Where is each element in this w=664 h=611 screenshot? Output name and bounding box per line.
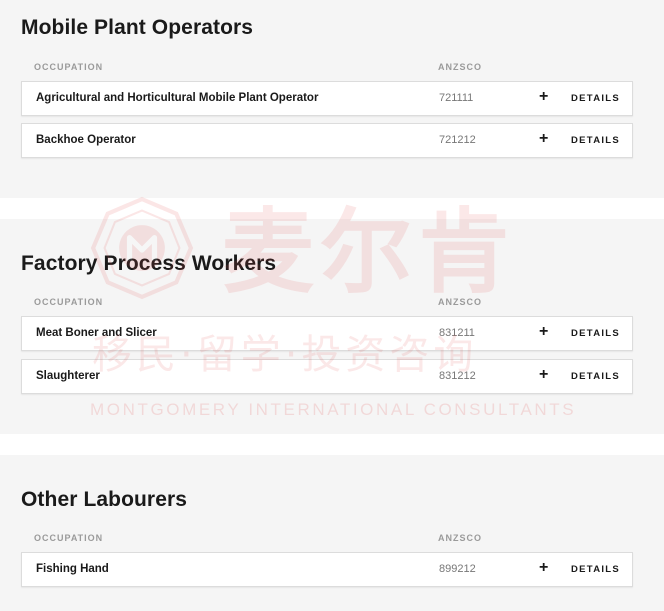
anzsco-code: 721212 — [439, 134, 476, 146]
occupation-name: Backhoe Operator — [36, 134, 136, 146]
anzsco-code: 721111 — [439, 92, 474, 104]
column-header-occupation: OCCUPATION — [34, 62, 104, 72]
occupation-name: Agricultural and Horticultural Mobile Pl… — [36, 92, 319, 104]
section-title: Other Labourers — [21, 488, 188, 511]
column-header-anzsco: ANZSCO — [438, 62, 482, 72]
occupation-name: Slaughterer — [36, 370, 100, 382]
anzsco-code: 831212 — [439, 370, 476, 382]
column-header-occupation: OCCUPATION — [34, 297, 104, 307]
section-mobile-plant-operators: Mobile Plant Operators OCCUPATION ANZSCO… — [0, 0, 664, 198]
table-row[interactable]: Meat Boner and Slicer 831211 + DETAILS — [21, 316, 633, 351]
anzsco-code: 831211 — [439, 327, 475, 339]
table-row[interactable]: Slaughterer 831212 + DETAILS — [21, 359, 633, 394]
column-header-anzsco: ANZSCO — [438, 533, 482, 543]
section-title: Mobile Plant Operators — [21, 16, 254, 39]
column-header-anzsco: ANZSCO — [438, 297, 482, 307]
details-button[interactable]: DETAILS — [571, 371, 620, 382]
plus-icon[interactable]: + — [539, 130, 548, 148]
plus-icon[interactable]: + — [539, 559, 548, 577]
section-title: Factory Process Workers — [21, 252, 277, 275]
occupation-name: Fishing Hand — [36, 563, 109, 575]
table-row[interactable]: Fishing Hand 899212 + DETAILS — [21, 552, 633, 587]
plus-icon[interactable]: + — [539, 366, 548, 384]
details-button[interactable]: DETAILS — [571, 135, 620, 146]
column-header-occupation: OCCUPATION — [34, 533, 104, 543]
occupation-name: Meat Boner and Slicer — [36, 327, 157, 339]
section-factory-process-workers: Factory Process Workers OCCUPATION ANZSC… — [0, 219, 664, 434]
details-button[interactable]: DETAILS — [571, 328, 620, 339]
anzsco-code: 899212 — [439, 563, 476, 575]
table-row[interactable]: Backhoe Operator 721212 + DETAILS — [21, 123, 633, 158]
table-row[interactable]: Agricultural and Horticultural Mobile Pl… — [21, 81, 633, 116]
plus-icon[interactable]: + — [539, 88, 548, 106]
details-button[interactable]: DETAILS — [571, 564, 620, 575]
section-other-labourers: Other Labourers OCCUPATION ANZSCO Fishin… — [0, 455, 664, 611]
plus-icon[interactable]: + — [539, 323, 548, 341]
details-button[interactable]: DETAILS — [571, 93, 620, 104]
